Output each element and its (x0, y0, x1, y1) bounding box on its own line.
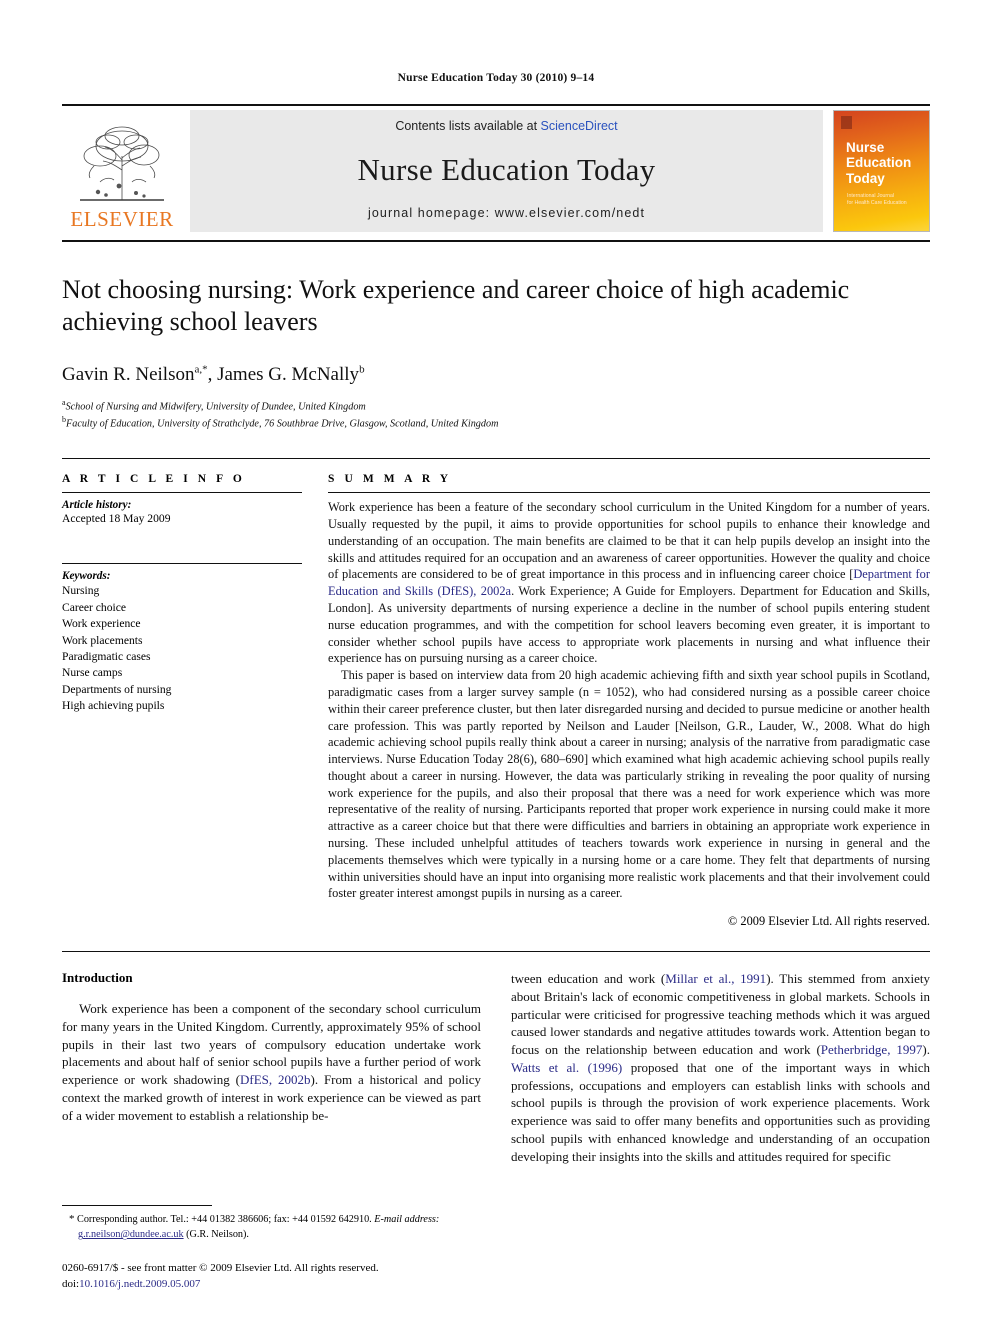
abstract-paragraph-1: Work experience has been a feature of th… (328, 499, 930, 667)
title-divider (62, 240, 930, 242)
abstract-paragraph-2: This paper is based on interview data fr… (328, 668, 930, 901)
abstract-p1-part1: Work experience has been a feature of th… (328, 500, 930, 582)
affiliation-b-text: Faculty of Education, University of Stra… (66, 418, 499, 430)
summary-divider (328, 492, 930, 494)
cover-subtitle-line-2: for Health Care Education (847, 200, 907, 207)
cover-publisher-icon (841, 116, 852, 129)
asterisk-icon: * (69, 1213, 75, 1226)
affiliation-b: bFaculty of Education, University of Str… (62, 415, 499, 430)
running-head: Nurse Education Today 30 (2010) 9–14 (397, 72, 595, 84)
intro-paragraph-left: Work experience has been a component of … (62, 1000, 481, 1124)
intro-right-part4: proposed that one of the important ways … (511, 1059, 930, 1164)
author-names: Gavin R. Neilsona,*, James G. McNallyb (62, 363, 365, 385)
banner-center: Contents lists available at ScienceDirec… (190, 110, 823, 232)
journal-cover-thumbnail: Nurse Education Today International Jour… (833, 110, 930, 232)
elsevier-wordmark: ELSEVIER (70, 207, 174, 231)
body-columns: Introduction Work experience has been a … (62, 970, 930, 1165)
journal-homepage-link[interactable]: journal homepage: www.elsevier.com/nedt (368, 206, 645, 220)
email-label: E-mail address: (374, 1214, 440, 1226)
footnote-divider (62, 1205, 212, 1207)
elsevier-logo: ELSEVIER (62, 110, 182, 232)
footnotes: * Corresponding author. Tel.: +44 01382 … (62, 1205, 481, 1293)
author-list: Gavin R. Neilsona,*, James G. McNallyb (62, 363, 930, 385)
page-title: Not choosing nursing: Work experience an… (62, 275, 850, 336)
cover-subtitle-line-1: International Journal (847, 192, 895, 199)
citation-link[interactable]: DfES, 2002b (240, 1072, 311, 1087)
cover-title: Nurse Education Today (842, 140, 921, 187)
contents-prefix: Contents lists available at (395, 119, 541, 133)
cover-title-line-3: Today (846, 171, 885, 187)
summary-column: S U M M A R Y Work experience has been a… (328, 473, 930, 929)
article-info-column: A R T I C L E I N F O Article history: A… (62, 473, 302, 929)
cover-title-line-2: Education (846, 155, 912, 171)
affiliation-a: aSchool of Nursing and Midwifery, Univer… (62, 397, 366, 413)
list-item: High achieving pupils (62, 699, 165, 713)
doi-label: doi: (62, 1278, 80, 1291)
section-heading-introduction: Introduction (62, 970, 133, 986)
cover-title-line-1: Nurse (846, 139, 885, 155)
list-item: Paradigmatic cases (62, 649, 151, 663)
article-info-divider (62, 492, 302, 494)
list-item: Work experience (62, 617, 141, 631)
affiliations: aSchool of Nursing and Midwifery, Univer… (62, 397, 930, 432)
summary-heading: S U M M A R Y (328, 473, 452, 486)
corresponding-author-note: * Corresponding author. Tel.: +44 01382 … (62, 1212, 481, 1243)
contents-available-line: Contents lists available at ScienceDirec… (395, 119, 617, 133)
journal-banner: ELSEVIER Contents lists available at Sci… (62, 104, 930, 232)
imprint-block: 0260-6917/$ - see front matter © 2009 El… (62, 1261, 481, 1293)
keywords-list: Nursing Career choice Work experience Wo… (62, 583, 302, 715)
list-item: Work placements (62, 633, 143, 647)
keywords-label: Keywords: (62, 570, 111, 583)
list-item: Departments of nursing (62, 682, 172, 696)
article-history-value: Accepted 18 May 2009 (62, 512, 171, 526)
article-info-heading: A R T I C L E I N F O (62, 473, 246, 486)
list-item: Career choice (62, 600, 127, 614)
intro-paragraph-right: tween education and work (Millar et al.,… (511, 970, 930, 1165)
issn-line: 0260-6917/$ - see front matter © 2009 El… (62, 1262, 379, 1275)
copyright-line: © 2009 Elsevier Ltd. All rights reserved… (727, 914, 930, 929)
body-column-right: tween education and work (Millar et al.,… (511, 970, 930, 1165)
email-owner: (G.R. Neilson). (186, 1229, 249, 1241)
citation-link[interactable]: Millar et al., 1991 (665, 971, 766, 986)
keywords-group: Keywords: Nursing Career choice Work exp… (62, 563, 302, 715)
body-column-left: Introduction Work experience has been a … (62, 970, 481, 1165)
info-summary-block: A R T I C L E I N F O Article history: A… (62, 458, 930, 929)
corresponding-author-text: Corresponding author. Tel.: +44 01382 38… (77, 1214, 372, 1226)
keywords-divider (62, 563, 302, 565)
article-page: Nurse Education Today 30 (2010) 9–14 ELS… (0, 0, 992, 1323)
article-history-label: Article history: (62, 499, 132, 512)
sciencedirect-link[interactable]: ScienceDirect (541, 119, 618, 133)
journal-title: Nurse Education Today (357, 151, 656, 187)
list-item: Nursing (62, 584, 100, 598)
abstract-text: Work experience has been a feature of th… (328, 499, 930, 902)
citation-link[interactable]: Petherbridge, 1997 (821, 1042, 923, 1057)
citation-link[interactable]: Watts et al. (1996) (511, 1060, 622, 1075)
affiliation-a-text: School of Nursing and Midwifery, Univers… (65, 401, 366, 413)
email-link[interactable]: g.r.neilson@dundee.ac.uk (78, 1229, 184, 1240)
intro-right-part1: tween education and work ( (511, 971, 666, 987)
list-item: Nurse camps (62, 666, 123, 680)
elsevier-tree-icon (80, 126, 164, 201)
doi-link[interactable]: 10.1016/j.nedt.2009.05.007 (79, 1278, 200, 1290)
body-divider (62, 951, 930, 953)
cover-subtitle: International Journal for Health Care Ed… (842, 193, 921, 209)
intro-right-part3: ). (922, 1042, 931, 1058)
doi-line: doi:10.1016/j.nedt.2009.05.007 (62, 1277, 481, 1293)
